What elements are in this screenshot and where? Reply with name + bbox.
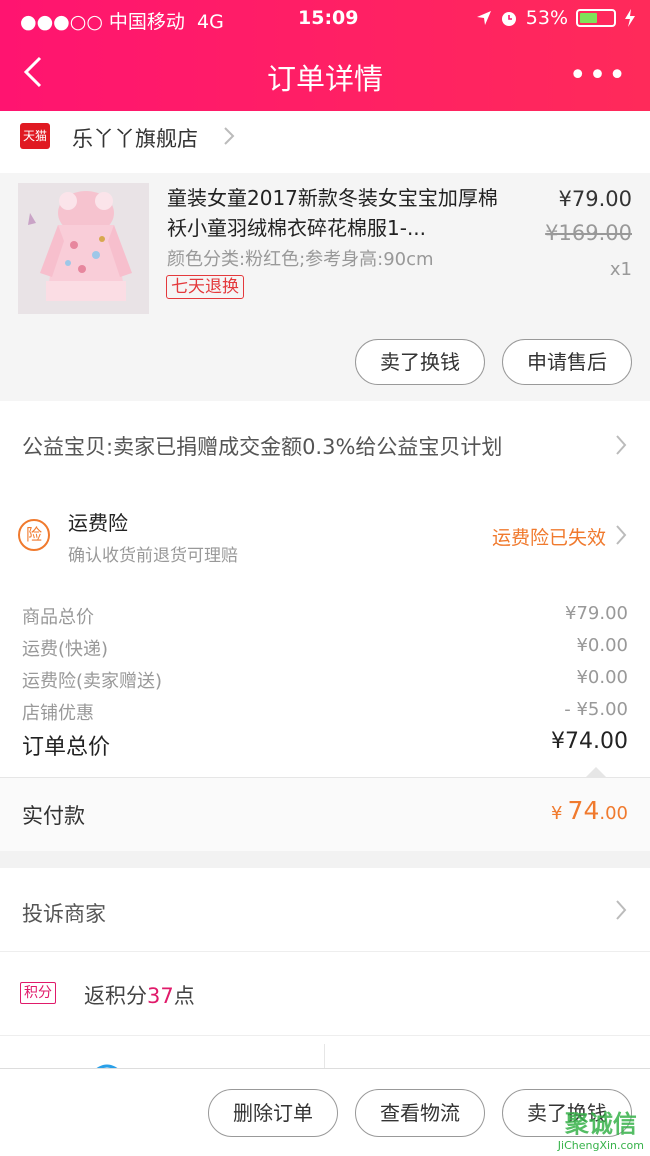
nav-bar: 订单详情 •••	[0, 36, 650, 111]
insurance-status[interactable]: 运费险已失效	[492, 523, 606, 550]
summary-value: - ¥5.00	[564, 699, 628, 720]
tmall-logo: 天猫	[20, 123, 50, 149]
summary-row: 商品总价 ¥79.00	[22, 603, 628, 633]
top-bar: ●●●○○ 中国移动 4G 15:09 53% 订单详情 •••	[0, 0, 650, 111]
paid-label: 实付款	[22, 804, 85, 828]
battery-icon	[576, 9, 616, 27]
chevron-right-icon	[616, 435, 627, 455]
resell-button[interactable]: 卖了换钱	[355, 339, 485, 385]
product-item[interactable]: 童装女童2017新款冬装女宝宝加厚棉袄小童羽绒棉衣碎花棉服1-... 颜色分类:…	[0, 173, 650, 401]
paid-amount-row: 实付款 ¥ 74.00	[0, 777, 650, 851]
carrier-label: ●●●○○ 中国移动 4G	[20, 11, 224, 33]
points-row: 积分 返积分37点	[0, 952, 650, 1036]
order-total-label: 订单总价	[22, 735, 111, 760]
summary-row: 运费险(卖家赠送) ¥0.00	[22, 667, 628, 697]
product-price: ¥79.00	[558, 187, 632, 211]
paid-amount: ¥ 74.00	[551, 796, 628, 825]
watermark-logo: 聚诚信 JiChengXin.com	[557, 1110, 644, 1152]
complain-text: 投诉商家	[22, 902, 106, 926]
charging-icon	[625, 9, 635, 27]
chevron-right-icon	[224, 127, 235, 145]
battery-percent: 53%	[525, 7, 568, 29]
points-text: 返积分37点	[84, 984, 195, 1008]
summary-row: 店铺优惠 - ¥5.00	[22, 699, 628, 729]
return-policy-badge: 七天退换	[166, 275, 244, 299]
page-title: 订单详情	[266, 62, 383, 96]
summary-label: 店铺优惠	[22, 703, 94, 724]
product-title[interactable]: 童装女童2017新款冬装女宝宝加厚棉袄小童羽绒棉衣碎花棉服1-...	[167, 183, 507, 243]
charity-text: 公益宝贝:卖家已捐赠成交金额0.3%给公益宝贝计划	[22, 435, 503, 459]
alarm-icon	[501, 12, 516, 26]
complain-row[interactable]: 投诉商家	[0, 868, 650, 952]
summary-value: ¥0.00	[576, 667, 628, 688]
bottom-action-bar: 删除订单 查看物流 卖了换钱	[0, 1068, 650, 1156]
price-summary: 商品总价 ¥79.00 运费(快递) ¥0.00 运费险(卖家赠送) ¥0.00…	[0, 577, 650, 777]
summary-row: 运费(快递) ¥0.00	[22, 635, 628, 665]
chevron-right-icon	[616, 525, 627, 545]
summary-label: 运费险(卖家赠送)	[22, 671, 163, 692]
product-image[interactable]	[18, 183, 149, 314]
delete-order-button[interactable]: 删除订单	[208, 1089, 338, 1137]
summary-value: ¥79.00	[565, 603, 628, 624]
clock: 15:09	[298, 7, 359, 29]
insurance-title: 运费险	[68, 511, 128, 535]
summary-label: 运费(快递)	[22, 639, 109, 660]
view-logistics-button[interactable]: 查看物流	[355, 1089, 485, 1137]
shop-row[interactable]: 天猫 乐丫丫旗舰店	[0, 111, 650, 173]
charity-row[interactable]: 公益宝贝:卖家已捐赠成交金额0.3%给公益宝贝计划	[0, 401, 650, 487]
shop-name[interactable]: 乐丫丫旗舰店	[72, 123, 198, 153]
product-spec: 颜色分类:粉红色;参考身高:90cm	[167, 249, 434, 270]
shipping-insurance-row[interactable]: 险 运费险 确认收货前退货可理赔 运费险已失效	[0, 487, 650, 577]
order-total-value: ¥74.00	[551, 729, 628, 754]
insurance-icon: 险	[18, 519, 50, 551]
status-bar: ●●●○○ 中国移动 4G 15:09 53%	[0, 0, 650, 36]
original-price: ¥169.00	[545, 221, 632, 245]
summary-value: ¥0.00	[576, 635, 628, 656]
chevron-right-icon	[616, 900, 627, 920]
order-total-row: 订单总价 ¥74.00	[22, 729, 628, 760]
points-badge: 积分	[20, 982, 56, 1004]
location-icon	[476, 11, 491, 25]
insurance-desc: 确认收货前退货可理赔	[68, 546, 238, 566]
caret-indicator	[586, 767, 606, 777]
after-sale-button[interactable]: 申请售后	[502, 339, 632, 385]
more-icon[interactable]: •••	[569, 58, 628, 93]
summary-label: 商品总价	[22, 607, 94, 628]
product-quantity: x1	[609, 259, 632, 280]
